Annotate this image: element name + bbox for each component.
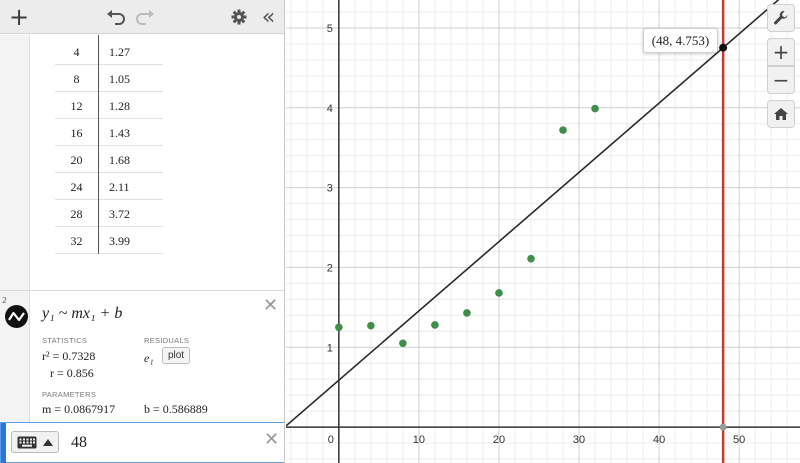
x-tick-label: 0 [328,434,334,446]
tick-labels: 0 10 20 30 40 50 1 2 3 4 5 [327,23,746,446]
parameters-caption: PARAMETERS [42,390,97,399]
point-coordinate-label: (48, 4.753) [643,28,718,53]
plot-residuals-button[interactable]: plot [162,347,190,364]
y-tick-label: 5 [327,23,333,35]
table-cell-y[interactable]: 3.99 [109,234,130,249]
keyboard-icon [17,436,37,448]
regression-expression[interactable]: 2 y₁ ~ mx₁ + b ✕ STATISTICS RESIDUALS r²… [0,290,284,423]
expression-gutter [0,35,30,290]
table-cell-x[interactable]: 4 [55,45,98,60]
table-row: 12 1.28 [55,92,163,119]
table-row: 28 3.72 [55,200,163,227]
table-row: 8 1.05 [55,65,163,92]
data-point [559,126,567,134]
data-point [399,339,407,348]
table-row: 16 1.43 [55,119,163,146]
collapse-panel-button[interactable]: « [256,4,278,30]
table-cell-x[interactable]: 12 [55,99,98,114]
x-tick-label: 30 [573,434,585,446]
x-tick-label: 50 [733,434,745,446]
table-cell-x[interactable]: 20 [55,153,98,168]
y-tick-label: 2 [327,262,333,274]
keyboard-toggle-button[interactable] [11,431,59,453]
parameter-b: b = 0.586889 [144,402,208,416]
table-row: 20 1.68 [55,146,163,173]
table-cell-x[interactable]: 16 [55,126,98,141]
r-squared-value: r² = 0.7328 [42,349,96,363]
table-cell-y[interactable]: 1.27 [109,45,130,60]
x-tick-label: 20 [493,434,505,446]
plus-icon: + [8,3,30,31]
r-value: r = 0.856 [50,366,94,380]
caret-up-icon [43,438,53,446]
wave-icon [8,311,25,322]
graph-paper[interactable]: 0 10 20 30 40 50 1 2 3 4 5 [286,0,800,463]
data-point [591,104,599,113]
double-chevron-left-icon: « [261,4,276,30]
residual-variable: e₁ [144,351,154,365]
graph-settings-button[interactable] [767,4,795,32]
x-tick-label: 10 [413,434,425,446]
redo-icon [136,10,154,25]
table-row: 4 1.27 [55,38,163,65]
table-cell-y[interactable]: 1.43 [109,126,130,141]
regression-icon[interactable] [5,305,28,328]
delete-expression-button[interactable]: ✕ [264,429,279,450]
data-point [335,323,343,332]
zoom-out-icon: − [772,68,790,92]
y-tick-label: 3 [327,183,333,195]
delete-expression-button[interactable]: ✕ [263,295,278,316]
graph-canvas[interactable]: 0 10 20 30 40 50 1 2 3 4 5 [286,0,800,463]
plot-layer [286,0,780,463]
table-cell-x[interactable]: 32 [55,234,98,249]
wrench-icon [773,11,788,25]
parameter-m: m = 0.0867917 [42,402,116,416]
zoom-out-button[interactable]: − [767,66,795,94]
expression-input[interactable]: 48 [71,434,87,452]
add-item-button[interactable]: + [6,3,32,31]
table-cell-x[interactable]: 24 [55,180,98,195]
table-cell-y[interactable]: 2.11 [109,180,130,195]
axis-intersection-point [719,423,727,431]
active-expression[interactable]: 48 ✕ [0,422,284,463]
data-point [495,289,503,297]
panel-toolbar: + « [0,0,284,34]
data-point [367,321,375,330]
y-tick-label: 4 [327,103,333,115]
undo-button[interactable] [104,4,128,30]
statistics-caption: STATISTICS [42,336,88,345]
data-table: 4 1.27 8 1.05 12 1.28 16 1.43 20 1.68 24… [55,38,163,254]
table-row: 24 2.11 [55,173,163,200]
zoom-in-button[interactable]: + [767,38,795,66]
table-cell-x[interactable]: 28 [55,207,98,222]
graphing-calculator-app: + « 4 1.27 8 1.05 12 1.28 16 1.43 20 1.6… [0,0,800,463]
zoom-in-icon: + [772,40,790,64]
table-cell-y[interactable]: 1.28 [109,99,130,114]
data-point [527,254,535,263]
y-tick-label: 1 [327,342,333,354]
undo-icon [107,10,125,25]
highlight-point [719,43,728,52]
default-viewport-button[interactable] [767,100,795,128]
settings-button[interactable] [228,4,250,30]
expression-panel: + « 4 1.27 8 1.05 12 1.28 16 1.43 20 1.6… [0,0,285,463]
data-point [463,309,471,317]
table-cell-x[interactable]: 8 [55,72,98,87]
table-row: 32 3.99 [55,227,163,254]
x-tick-label: 40 [653,434,665,446]
redo-button[interactable] [133,4,157,30]
residuals-caption: RESIDUALS [144,336,190,345]
regression-formula[interactable]: y₁ ~ mx₁ + b [42,305,122,323]
gear-icon [231,9,247,25]
table-cell-y[interactable]: 1.05 [109,72,130,87]
table-cell-y[interactable]: 1.68 [109,153,130,168]
table-cell-y[interactable]: 3.72 [109,207,130,222]
table-column-divider [98,35,99,254]
expression-number: 2 [2,296,8,305]
active-expression-gutter [1,423,6,463]
home-icon [774,108,788,120]
data-point [431,321,439,329]
